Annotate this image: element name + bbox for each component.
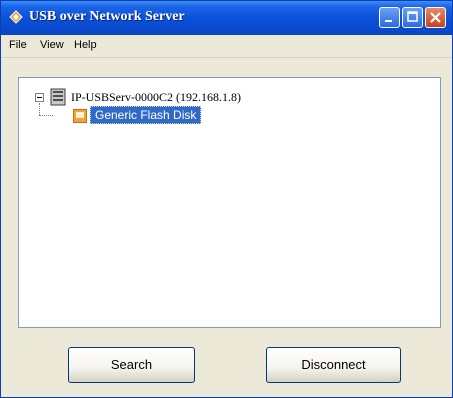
menu-help[interactable]: Help <box>74 39 97 51</box>
disconnect-button[interactable]: Disconnect <box>266 347 401 383</box>
usb-device-icon <box>73 109 87 123</box>
minimize-button[interactable] <box>379 7 400 28</box>
menu-view[interactable]: View <box>40 39 64 51</box>
server-tree-node[interactable]: IP-USBServ-0000C2 (192.168.1.8) <box>71 90 241 105</box>
maximize-icon <box>407 11 418 22</box>
menu-bar: File View Help <box>1 35 452 58</box>
maximize-button[interactable] <box>402 7 423 28</box>
device-tree-node[interactable]: Generic Flash Disk <box>90 106 202 124</box>
minimize-icon <box>385 20 392 22</box>
app-window: USB over Network Server File View Help I… <box>0 0 453 398</box>
tree-connector-line <box>39 115 53 116</box>
title-bar[interactable]: USB over Network Server <box>1 1 452 35</box>
diamond-app-icon <box>9 10 23 24</box>
device-tree[interactable]: IP-USBServ-0000C2 (192.168.1.8) Generic … <box>18 77 441 328</box>
tree-expander-minus-icon[interactable] <box>35 93 44 102</box>
menu-file[interactable]: File <box>9 39 27 51</box>
search-button[interactable]: Search <box>68 347 195 383</box>
close-button[interactable] <box>425 7 446 28</box>
server-icon <box>50 88 66 106</box>
close-icon <box>430 12 441 23</box>
window-title: USB over Network Server <box>29 9 185 24</box>
tree-connector-line <box>39 103 40 115</box>
